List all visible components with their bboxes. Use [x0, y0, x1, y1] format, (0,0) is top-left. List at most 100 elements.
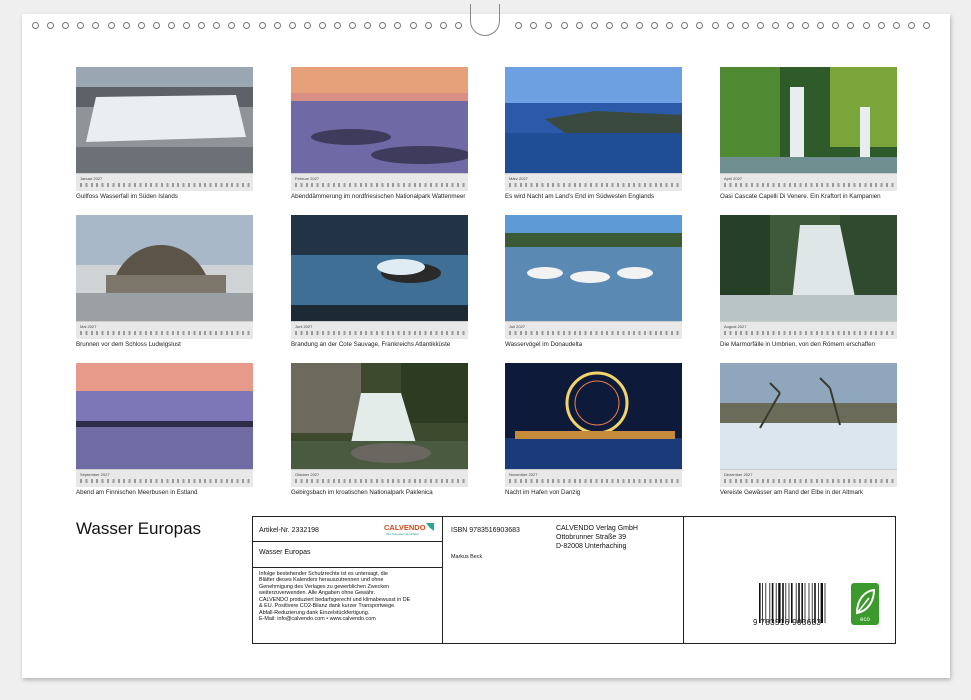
- month-thumbnail: April 2027 Oasi Cascate Capelli Di Venere…: [720, 67, 897, 200]
- calendar-strip: Juli 2027: [505, 321, 682, 339]
- binding-ring: [167, 22, 175, 29]
- publisher-line: Ottobrunner Straße 39: [556, 533, 627, 541]
- binding-ring: [787, 22, 794, 29]
- legal-text: Infolge bestehender Schutzrechte ist es …: [259, 571, 410, 623]
- calendar-strip: November 2027: [505, 469, 682, 487]
- day-numbers: [295, 183, 465, 187]
- isbn: ISBN 9783516903683: [451, 527, 520, 534]
- photo-caption: Wasservögel im Donaudelta: [505, 341, 583, 348]
- binding-ring: [32, 22, 39, 29]
- eco-label: eco: [860, 617, 870, 623]
- month-photo: [291, 67, 468, 173]
- binding-ring: [394, 22, 402, 29]
- photo-caption: Vereiste Gewässer am Rand der Elbe in de…: [720, 489, 864, 496]
- month-thumbnail: August 2027 Die Marmorfälle in Umbrien, v…: [720, 215, 897, 348]
- binding-ring: [364, 22, 372, 29]
- binding-ring: [711, 22, 719, 29]
- binding-ring: [681, 22, 689, 29]
- binding-ring: [560, 22, 568, 29]
- binding-ring: [288, 22, 296, 29]
- binding-ring: [424, 22, 432, 29]
- month-photo: [76, 67, 253, 173]
- photo-caption: Nacht im Hafen von Danzig: [505, 489, 581, 496]
- month-thumbnail: Juli 2027 Wasservögel im Donaudelta: [505, 215, 682, 348]
- legal-line: E-Mail: info@calvendo.com • www.calvendo…: [259, 616, 376, 623]
- month-photo: [505, 363, 682, 469]
- divider: [253, 567, 442, 568]
- month-name: Mai 2027: [80, 324, 97, 329]
- article-number: Artikel-Nr. 2332198: [259, 527, 319, 534]
- binding-ring: [530, 22, 538, 29]
- month-thumbnail: Februar 2027 Abenddämmerung im nordfriesi…: [291, 67, 468, 200]
- binding-ring: [273, 22, 281, 29]
- binding-ring: [605, 22, 613, 29]
- binding-ring: [575, 22, 583, 29]
- binding-ring: [92, 22, 100, 29]
- month-photo: [76, 363, 253, 469]
- day-numbers: [724, 183, 894, 187]
- month-name: Juni 2027: [295, 324, 313, 329]
- binding-ring: [620, 22, 628, 29]
- binding-ring: [409, 22, 417, 29]
- calendar-strip: Juni 2027: [291, 321, 468, 339]
- day-numbers: [295, 331, 465, 335]
- day-numbers: [724, 331, 894, 335]
- divider: [683, 517, 684, 643]
- photo-caption: Oasi Cascate Capelli Di Venere. Ein Kraf…: [720, 193, 881, 200]
- binding-ring: [892, 22, 900, 29]
- publisher-line: D-82008 Unterhaching: [556, 542, 627, 550]
- binding-ring: [696, 22, 704, 29]
- day-numbers: [724, 479, 894, 483]
- binding-ring: [318, 22, 326, 29]
- binding-ring: [741, 22, 749, 29]
- month-photo: [505, 215, 682, 321]
- photo-caption: Es wird Nacht am Land's End im Südwesten…: [505, 193, 655, 200]
- divider: [442, 517, 443, 643]
- svg-text:CALVENDO: CALVENDO: [384, 523, 426, 532]
- binding-ring: [515, 22, 523, 29]
- binding-ring: [439, 22, 447, 29]
- month-photo: [291, 215, 468, 321]
- day-numbers: [509, 331, 679, 335]
- calvendo-logo: CALVENDO Ihre Kalendermanufaktur: [384, 523, 434, 536]
- month-photo: [76, 215, 253, 321]
- binding-ring: [334, 22, 341, 29]
- photo-caption: Die Marmorfälle in Umbrien, von den Röme…: [720, 341, 875, 348]
- calendar-strip: Oktober 2027: [291, 469, 468, 487]
- binding-ring: [771, 22, 779, 29]
- imprint-box: Artikel-Nr. 2332198 CALVENDO Ihre Kalend…: [252, 516, 896, 644]
- calendar-strip: Februar 2027: [291, 173, 468, 191]
- binding-ring: [137, 22, 145, 29]
- divider: [253, 541, 442, 542]
- month-thumbnail: November 2027 Nacht im Hafen von Danzig: [505, 363, 682, 496]
- binding-ring: [183, 22, 190, 29]
- month-thumbnail: Juni 2027 Brandung an der Cote Sauvage, F…: [291, 215, 468, 348]
- month-name: September 2027: [80, 472, 110, 477]
- binding-ring: [152, 22, 160, 29]
- svg-text:Ihre Kalendermanufaktur: Ihre Kalendermanufaktur: [386, 532, 419, 536]
- month-name: Dezember 2027: [724, 472, 753, 477]
- day-numbers: [509, 183, 679, 187]
- binding-ring: [666, 22, 674, 29]
- calendar-strip: September 2027: [76, 469, 253, 487]
- calendar-strip: Januar 2027: [76, 173, 253, 191]
- photo-caption: Brandung an der Cote Sauvage, Frankreich…: [291, 341, 451, 348]
- month-photo: [505, 67, 682, 173]
- month-thumbnail: Januar 2027 Gullfoss Wasserfall im Süden …: [76, 67, 253, 200]
- photo-caption: Gullfoss Wasserfall im Süden Islands: [76, 193, 178, 200]
- photo-caption: Abend am Finnischen Meerbusen in Estland: [76, 489, 198, 496]
- binding-ring: [122, 22, 130, 29]
- month-thumbnail: Oktober 2027 Gebirgsbach im kroatischen N…: [291, 363, 468, 496]
- publisher-line: CALVENDO Verlag GmbH: [556, 525, 638, 532]
- binding-ring: [213, 22, 221, 29]
- month-thumbnail: Mai 2027 Brunnen vor dem Schloss Ludwigsl…: [76, 215, 253, 348]
- binding-ring: [545, 22, 553, 29]
- day-numbers: [80, 183, 250, 187]
- author: Markus Beck: [451, 554, 483, 560]
- binding-ring: [636, 22, 643, 29]
- day-numbers: [80, 331, 250, 335]
- calendar-strip: März 2027: [505, 173, 682, 191]
- photo-caption: Brunnen vor dem Schloss Ludwigslust: [76, 341, 181, 348]
- month-thumbnail: März 2027 Es wird Nacht am Land's End im …: [505, 67, 682, 200]
- month-name: Juli 2027: [509, 324, 526, 329]
